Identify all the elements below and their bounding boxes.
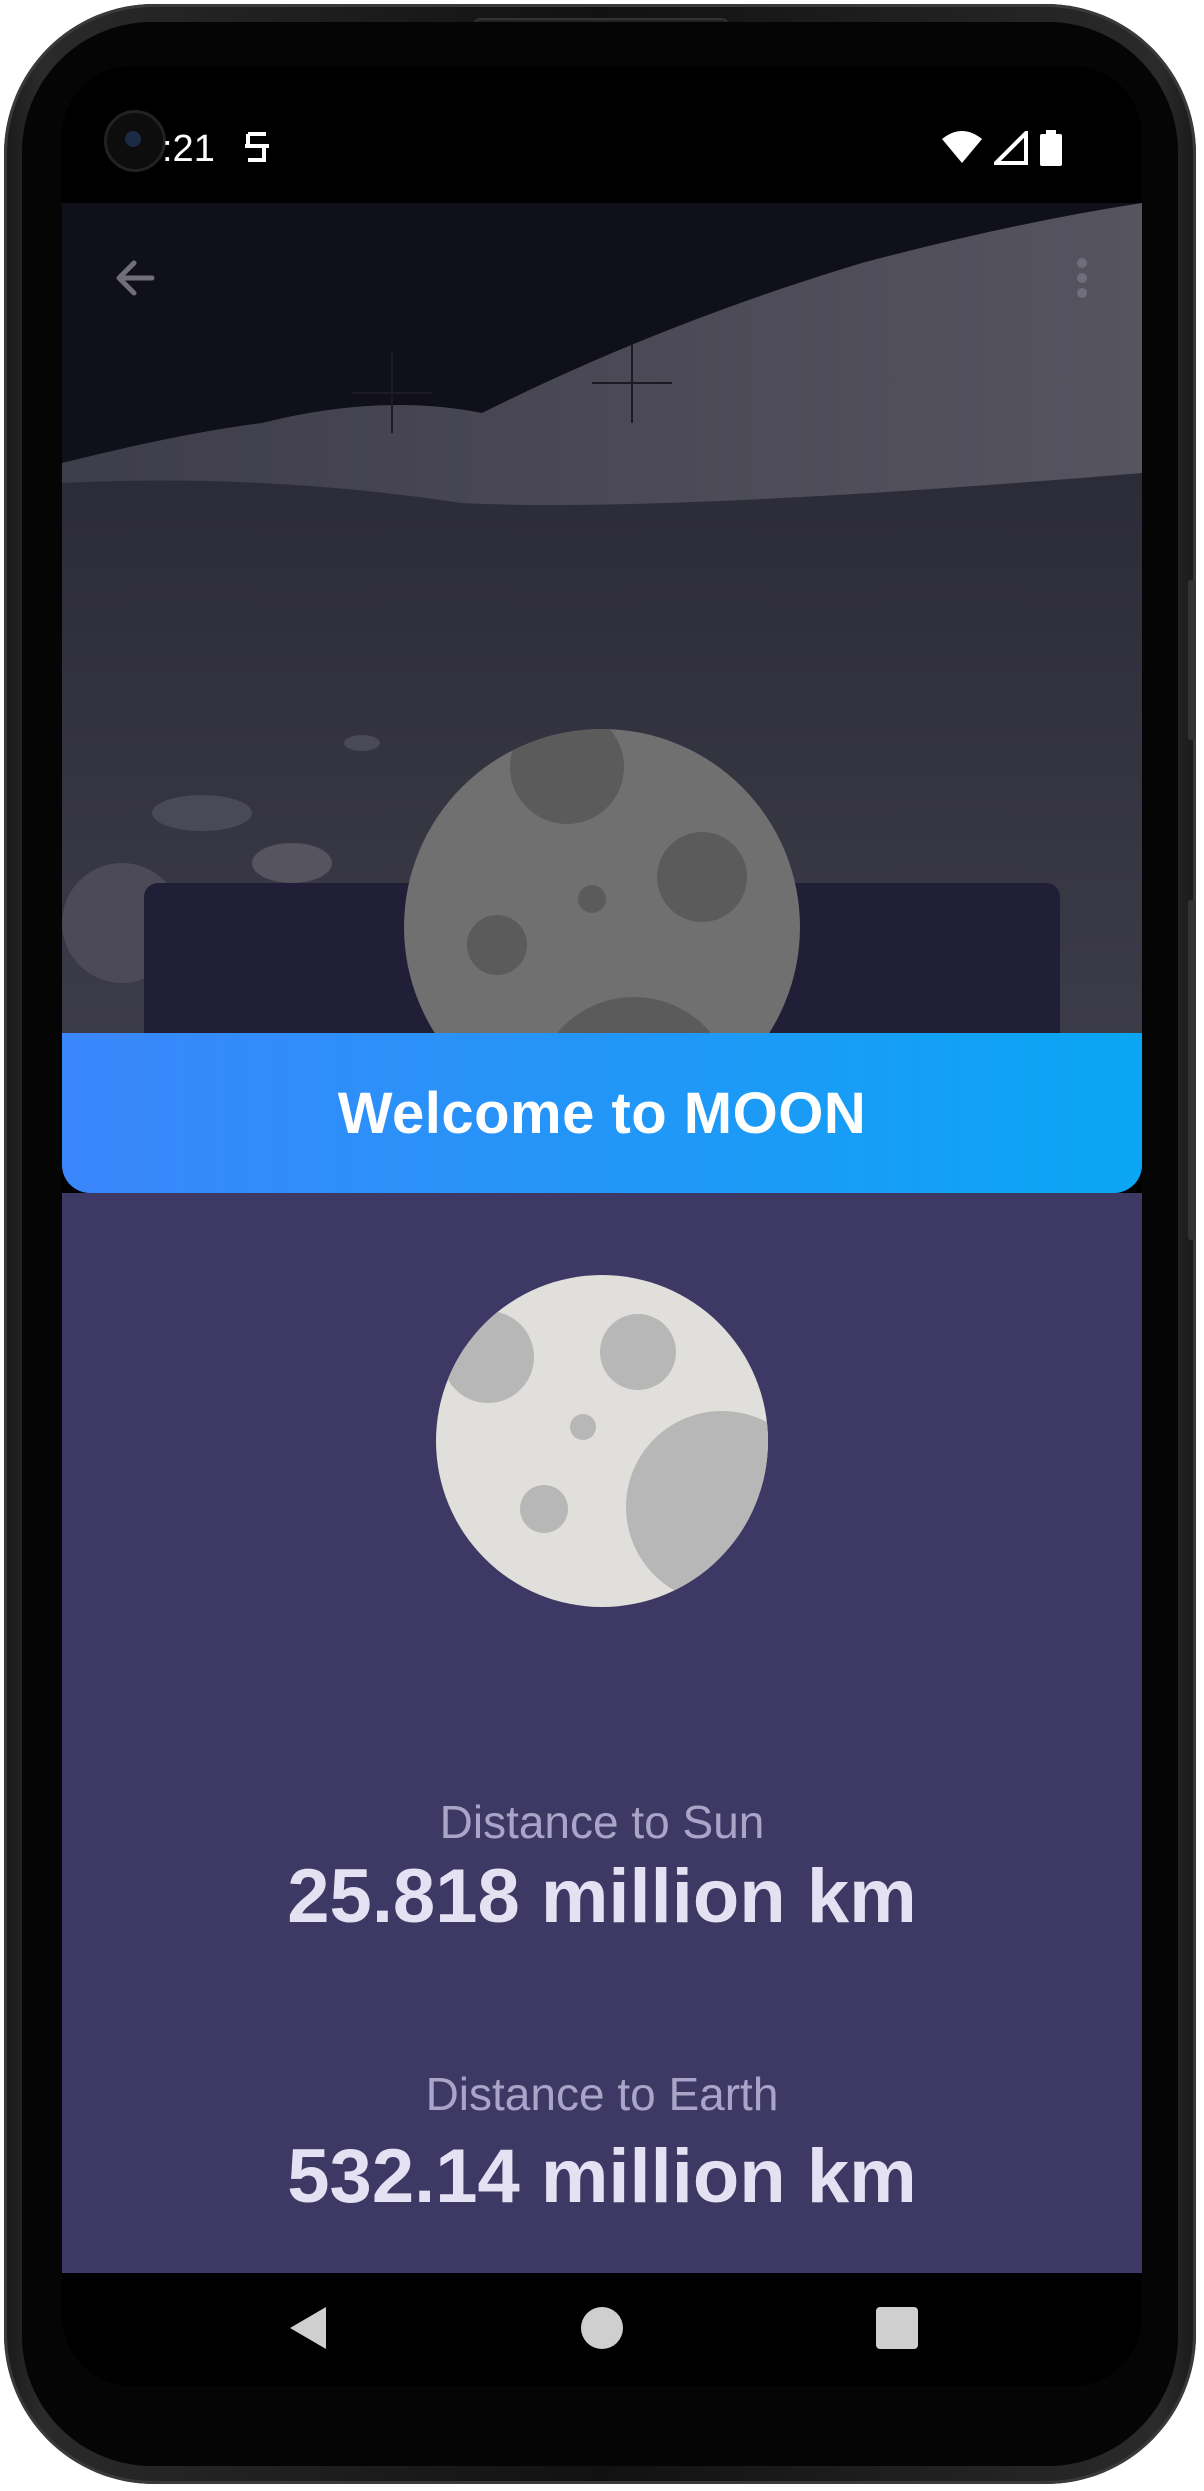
nav-back-button[interactable]: [284, 2303, 334, 2358]
back-button[interactable]: [102, 243, 172, 313]
more-vertical-icon: [1077, 258, 1087, 298]
system-navigation-bar: [62, 2273, 1142, 2386]
distance-to-earth-value: 532.14 million km: [287, 2134, 917, 2219]
screen: :21 Welcome to MOON Distance to Sun 25.8…: [62, 66, 1142, 2386]
status-bar: :21: [62, 66, 1142, 203]
planet-details: Distance to Sun 25.818 million km Distan…: [62, 1193, 1142, 2273]
moon-illustration-dimmed: [404, 729, 800, 1033]
more-options-button[interactable]: [1062, 243, 1102, 313]
distance-to-sun-label: Distance to Sun: [439, 1796, 765, 1848]
moon-icon: [436, 1275, 768, 1607]
wifi-icon: [942, 131, 982, 170]
hero-image: [62, 203, 1142, 1033]
power-button: [1188, 900, 1196, 1240]
square-recents-icon: [876, 2307, 918, 2349]
distance-to-earth-label: Distance to Earth: [425, 2068, 779, 2120]
nav-recents-button[interactable]: [874, 2303, 924, 2358]
battery-icon: [1040, 130, 1062, 171]
volume-button: [1188, 580, 1196, 740]
arrow-left-icon: [116, 260, 155, 296]
nav-home-button[interactable]: [581, 2303, 631, 2358]
circle-home-icon: [581, 2307, 623, 2349]
triangle-back-icon: [290, 2307, 326, 2349]
status-icons: [942, 128, 1062, 171]
status-time: :21: [162, 128, 215, 170]
cell-signal-icon: [991, 128, 1028, 170]
welcome-banner: Welcome to MOON: [62, 1033, 1142, 1193]
front-camera: [104, 110, 166, 172]
notification-icon: [242, 128, 272, 171]
distance-to-sun-value: 25.818 million km: [287, 1854, 917, 1939]
banner-title: Welcome to MOON: [337, 1080, 867, 1146]
